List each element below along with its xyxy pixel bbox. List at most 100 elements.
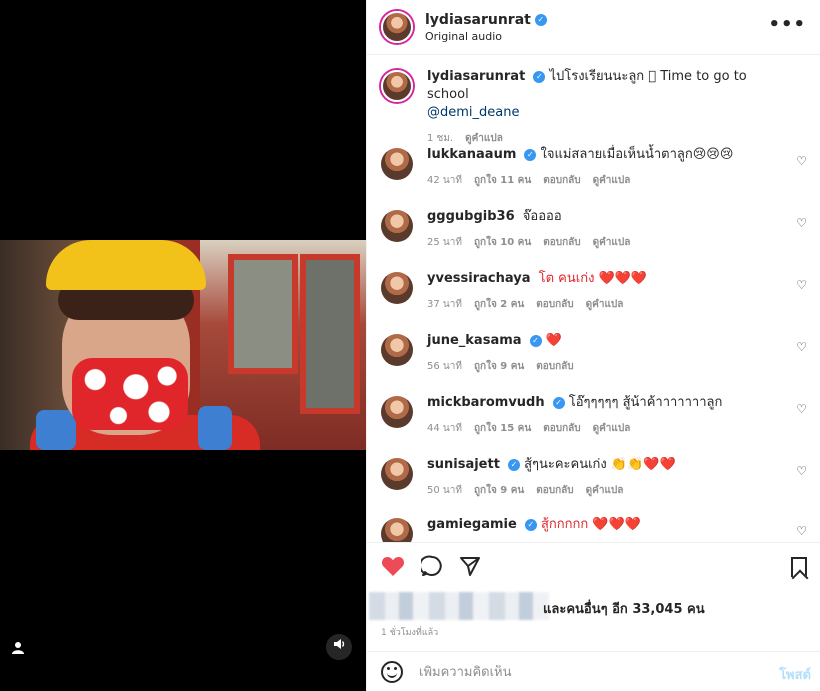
comment-username[interactable]: lukkanaaum (427, 147, 516, 162)
likes-row[interactable]: และคนอื่นๆ อีก 33,045 คน (367, 592, 820, 620)
likes-count[interactable]: ถูกใจ 10 คน (474, 237, 531, 248)
caption: lydiasarunrat ✓ ไปโรงเรียนนะลูก 🏻 Time to… (381, 68, 811, 148)
heart-outline-icon[interactable]: ♡ (796, 216, 807, 230)
post-time[interactable]: 1 ชั่วโมงที่แล้ว (381, 625, 438, 639)
caption-body: lydiasarunrat ✓ ไปโรงเรียนนะลูก 🏻 Time to… (427, 68, 787, 148)
heart-outline-icon[interactable]: ♡ (796, 278, 807, 292)
timestamp[interactable]: 44 นาที (427, 423, 462, 434)
comment-text: โต คนเก่ง ❤️❤️❤️ (538, 271, 648, 286)
translate-link[interactable]: ดูคำแปล (593, 175, 631, 186)
reply-button[interactable]: ตอบกลับ (543, 423, 580, 434)
translate-link[interactable]: ดูคำแปล (586, 485, 624, 496)
reply-button[interactable]: ตอบกลับ (543, 175, 580, 186)
timestamp[interactable]: 50 นาที (427, 485, 462, 496)
comment-meta: 25 นาที ถูกใจ 10 คน ตอบกลับ ดูคำแปล (427, 234, 787, 252)
caption-username[interactable]: lydiasarunrat (427, 69, 525, 84)
heart-outline-icon[interactable]: ♡ (796, 524, 807, 538)
likes-count[interactable]: ถูกใจ 11 คน (474, 175, 531, 186)
reply-button[interactable]: ตอบกลับ (536, 299, 573, 310)
timestamp[interactable]: 37 นาที (427, 299, 462, 310)
comment-text: สู้กกกกก ❤️❤️❤️ (540, 517, 641, 532)
user-icon[interactable] (8, 641, 28, 661)
bookmark-icon[interactable] (791, 557, 807, 577)
comment-body: yvessirachaya โต คนเก่ง ❤️❤️❤️ 37 นาที ถู… (427, 270, 787, 314)
details-pane: lydiasarunrat ✓ Original audio ••• lydias… (366, 0, 820, 691)
video-window (228, 254, 298, 374)
header-username-row: lydiasarunrat ✓ (425, 12, 547, 28)
verified-icon: ✓ (524, 148, 537, 161)
comment-row: lukkanaaum ✓ ใจแม่สลายเมื่อเห็นน้ำตาลูก😢😢… (381, 146, 811, 190)
avatar[interactable] (381, 272, 413, 304)
verified-icon: ✓ (529, 334, 542, 347)
comment-text: จ๊ออออ (522, 209, 562, 224)
avatar[interactable] (381, 396, 413, 428)
username[interactable]: lydiasarunrat (425, 12, 531, 28)
comment-row: mickbaromvudh ✓ โอ๊ๆๆๆๆๆ สู้น้าค้าาาาาาาล… (381, 394, 811, 438)
comment-row: sunisajett ✓ สู้ๆนะคะคนเก่ง 👏👏❤️❤️ 50 นาท… (381, 456, 811, 500)
avatar[interactable] (381, 70, 413, 102)
mention-link[interactable]: @demi_deane (427, 105, 519, 120)
verified-icon: ✓ (507, 458, 520, 471)
action-icons (381, 555, 497, 584)
speaker-icon[interactable] (326, 634, 352, 660)
comment-text: ❤️ (545, 333, 562, 348)
video-strap (198, 406, 232, 450)
smile-icon[interactable] (381, 661, 403, 683)
add-comment-bar: โพสต์ (367, 651, 820, 691)
translate-link[interactable]: ดูคำแปล (465, 133, 503, 144)
comment-meta: 37 นาที ถูกใจ 2 คน ตอบกลับ ดูคำแปล (427, 296, 787, 314)
timestamp[interactable]: 1 ชม. (427, 133, 453, 144)
timestamp[interactable]: 25 นาที (427, 237, 462, 248)
comment-meta: 44 นาที ถูกใจ 15 คน ตอบกลับ ดูคำแปล (427, 420, 787, 438)
verified-icon: ✓ (552, 396, 565, 409)
video-frame[interactable] (0, 240, 366, 450)
reply-button[interactable]: ตอบกลับ (543, 237, 580, 248)
video-hat (46, 240, 206, 290)
comment-icon[interactable] (419, 555, 443, 584)
translate-link[interactable]: ดูคำแปล (586, 299, 624, 310)
heart-filled-icon[interactable] (381, 555, 405, 584)
timestamp[interactable]: 56 นาที (427, 361, 462, 372)
video-mask (72, 358, 188, 430)
heart-outline-icon[interactable]: ♡ (796, 340, 807, 354)
avatar[interactable] (381, 11, 413, 43)
avatar[interactable] (381, 334, 413, 366)
more-options-icon[interactable]: ••• (768, 14, 806, 35)
likes-count[interactable]: ถูกใจ 15 คน (474, 423, 531, 434)
post-button[interactable]: โพสต์ (779, 664, 811, 685)
comment-input[interactable] (419, 664, 759, 680)
likes-count[interactable]: ถูกใจ 2 คน (474, 299, 524, 310)
translate-link[interactable]: ดูคำแปล (593, 237, 631, 248)
likes-count[interactable]: ถูกใจ 9 คน (474, 361, 524, 372)
audio-label[interactable]: Original audio (425, 30, 547, 43)
heart-outline-icon[interactable]: ♡ (796, 154, 807, 168)
translate-link[interactable]: ดูคำแปล (593, 423, 631, 434)
avatar[interactable] (381, 518, 413, 542)
comment-row: yvessirachaya โต คนเก่ง ❤️❤️❤️ 37 นาที ถู… (381, 270, 811, 314)
comment-username[interactable]: gamiegamie (427, 517, 517, 532)
avatar[interactable] (381, 458, 413, 490)
heart-outline-icon[interactable]: ♡ (796, 464, 807, 478)
heart-outline-icon[interactable]: ♡ (796, 402, 807, 416)
likes-count[interactable]: ถูกใจ 9 คน (474, 485, 524, 496)
comment-row: gamiegamie ✓ สู้กกกกก ❤️❤️❤️ ♡ (381, 516, 811, 542)
post-header: lydiasarunrat ✓ Original audio ••• (367, 0, 820, 55)
reply-button[interactable]: ตอบกลับ (536, 485, 573, 496)
video-pane[interactable] (0, 0, 366, 691)
comment-username[interactable]: gggubgib36 (427, 209, 515, 224)
comment-username[interactable]: sunisajett (427, 457, 500, 472)
send-icon[interactable] (459, 555, 481, 584)
comment-username[interactable]: mickbaromvudh (427, 395, 545, 410)
comment-username[interactable]: yvessirachaya (427, 271, 530, 286)
comment-meta: 50 นาที ถูกใจ 9 คน ตอบกลับ ดูคำแปล (427, 482, 787, 500)
comment-row: june_kasama ✓ ❤️ 56 นาที ถูกใจ 9 คน ตอบกลับ… (381, 332, 811, 376)
reply-button[interactable]: ตอบกลับ (536, 361, 573, 372)
comments-list[interactable]: lydiasarunrat ✓ ไปโรงเรียนนะลูก 🏻 Time to… (367, 56, 820, 542)
likes-text[interactable]: และคนอื่นๆ อีก 33,045 คน (543, 598, 705, 619)
avatar[interactable] (381, 148, 413, 180)
verified-icon: ✓ (533, 70, 546, 83)
avatar[interactable] (381, 210, 413, 242)
video-window (300, 254, 360, 414)
timestamp[interactable]: 42 นาที (427, 175, 462, 186)
comment-username[interactable]: june_kasama (427, 333, 522, 348)
